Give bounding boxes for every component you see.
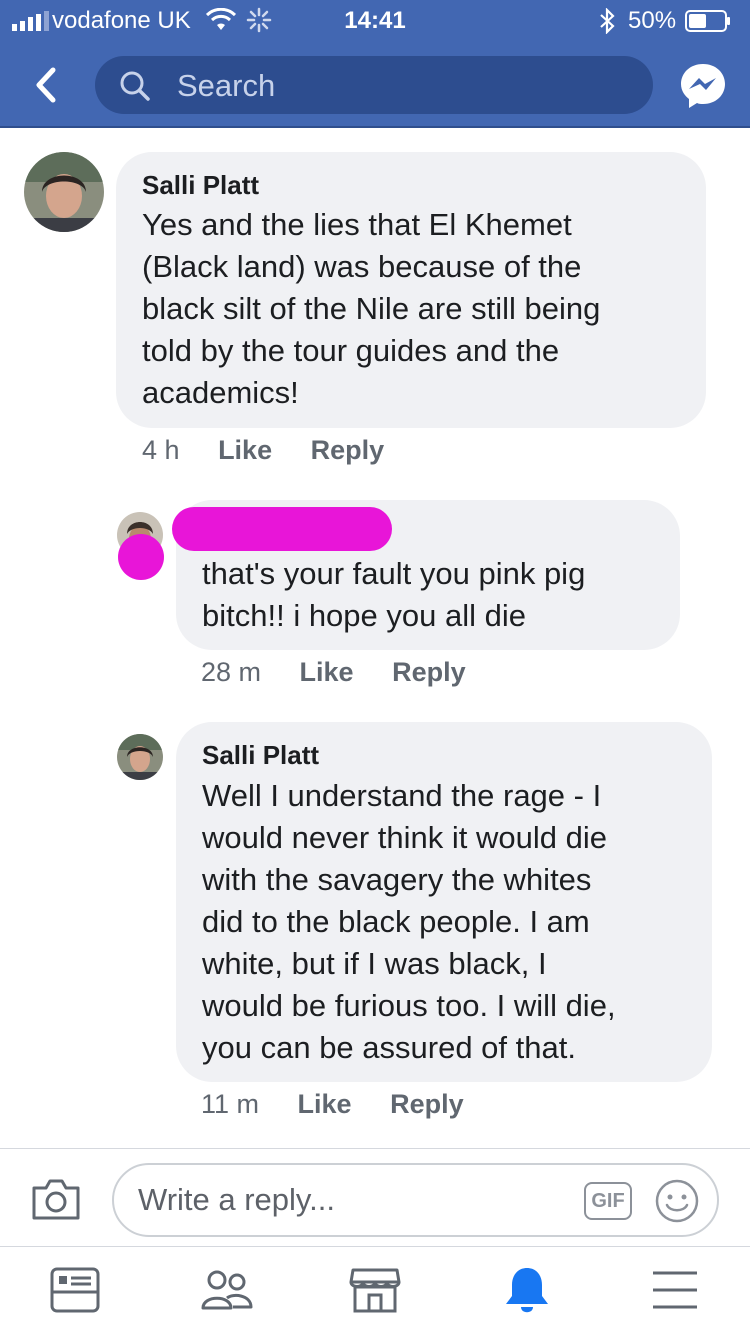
news-feed-icon[interactable] <box>48 1265 102 1315</box>
comment-text: Yes and the lies that El Khemet (Black l… <box>142 207 601 410</box>
status-bar: vodafone UK 14:41 50% <box>0 0 750 42</box>
tab-bar <box>0 1246 750 1334</box>
comment-text: that's your fault you pink pig bitch!! i… <box>202 556 586 633</box>
reply-input[interactable]: Write a reply... GIF <box>112 1163 719 1237</box>
like-button[interactable]: Like <box>218 435 272 465</box>
comment-timestamp: 11 m <box>201 1089 260 1119</box>
reply-button[interactable]: Reply <box>390 1089 464 1119</box>
emoji-icon[interactable] <box>654 1178 700 1224</box>
avatar[interactable] <box>24 152 104 232</box>
comment-author[interactable]: Salli Platt <box>202 740 319 771</box>
reply-button[interactable]: Reply <box>311 435 385 465</box>
battery-icon <box>685 10 730 32</box>
comment-timestamp: 28 m <box>201 657 262 687</box>
friends-icon[interactable] <box>200 1265 254 1315</box>
marketplace-icon[interactable] <box>348 1265 402 1315</box>
comment-timestamp: 4 h <box>142 435 180 465</box>
app-header: vodafone UK 14:41 50% Search <box>0 0 750 128</box>
reply-placeholder: Write a reply... <box>138 1182 335 1217</box>
bluetooth-icon <box>600 8 615 34</box>
menu-icon[interactable] <box>648 1265 702 1315</box>
profile-photo <box>117 734 163 780</box>
battery-percent: 50% <box>628 7 677 34</box>
comment-author[interactable]: Salli Platt <box>142 170 259 201</box>
search-input[interactable]: Search <box>95 56 653 114</box>
redaction-mark <box>118 534 164 580</box>
search-icon <box>120 71 150 101</box>
profile-photo <box>24 152 104 232</box>
comment-bubble: Salli Platt Yes and the lies that El Khe… <box>116 152 706 428</box>
avatar[interactable] <box>117 734 163 780</box>
messenger-icon[interactable] <box>678 61 728 111</box>
comment-text: Well I understand the rage - I would nev… <box>202 778 616 1065</box>
reply-button[interactable]: Reply <box>392 657 466 687</box>
chevron-left-icon <box>36 67 56 103</box>
notifications-icon[interactable] <box>500 1265 554 1315</box>
comment-bubble: Salli Platt Well I understand the rage -… <box>176 722 712 1082</box>
search-placeholder: Search <box>177 68 276 103</box>
reply-composer: Write a reply... GIF <box>0 1148 750 1246</box>
comment-meta: 4 h Like Reply <box>142 435 384 466</box>
redaction-mark <box>172 507 392 551</box>
camera-icon[interactable] <box>30 1176 82 1222</box>
like-button[interactable]: Like <box>300 657 354 687</box>
comment-meta: 11 m Like Reply <box>201 1089 464 1120</box>
comment-meta: 28 m Like Reply <box>201 657 466 688</box>
gif-button[interactable]: GIF <box>584 1182 632 1220</box>
back-button[interactable] <box>22 62 70 108</box>
like-button[interactable]: Like <box>298 1089 352 1119</box>
